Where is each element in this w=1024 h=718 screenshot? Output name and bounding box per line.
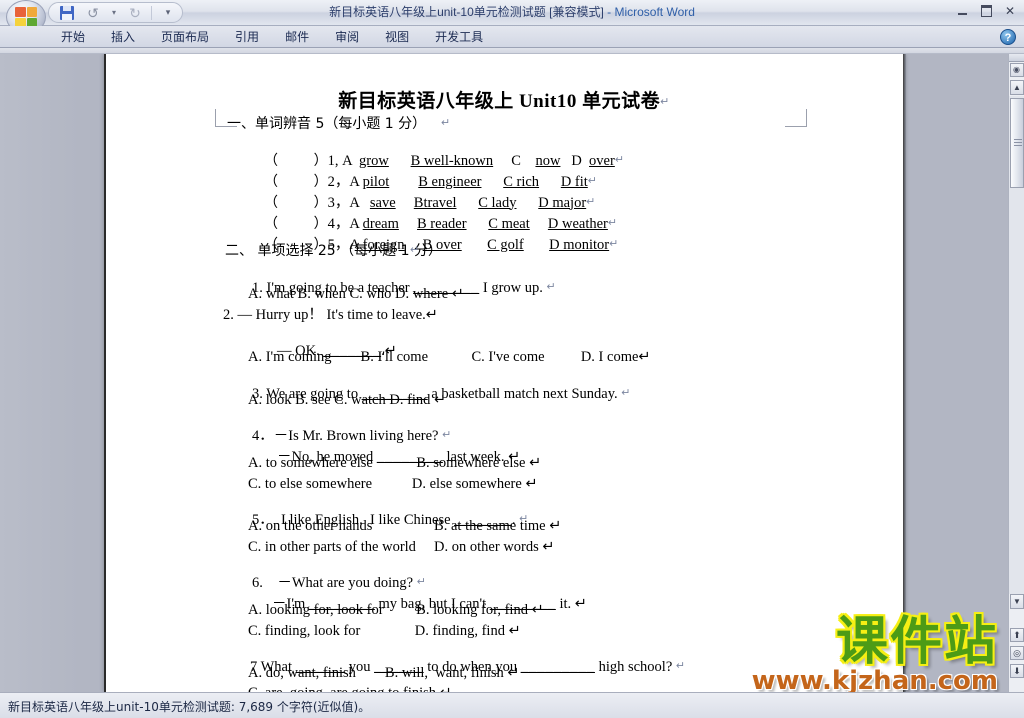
option-d: D monitor	[549, 236, 610, 253]
app-name-text: Microsoft Word	[614, 5, 695, 19]
paragraph-mark: ↵	[614, 153, 625, 166]
question-1-options: A. what B. when C. who D. where ↵	[248, 286, 464, 302]
stem-text-post: a basketball match next Sunday.	[427, 385, 622, 402]
select-browse-object-button[interactable]: ◎	[1010, 646, 1024, 660]
scroll-up-button[interactable]: ▲	[1010, 80, 1024, 95]
tab-developer[interactable]: 开发工具	[422, 26, 496, 48]
select-browse-object-icon[interactable]	[1010, 63, 1024, 77]
ribbon-tab-bar: 开始 插入 页面布局 引用 邮件 审阅 视图 开发工具 ?	[0, 26, 1024, 48]
status-word-count: 新目标英语八年级上unit-10单元检测试题: 7,689 个字符(近似值)。	[8, 700, 371, 714]
heading-text: 新目标英语八年级上 Unit10 单元试卷	[338, 91, 661, 112]
question-3-options: A. look B. see C. watch D. find ↵	[248, 392, 447, 408]
window-controls: ✕	[952, 2, 1020, 19]
question-5-options-line-2: C. in other parts of the world D. on oth…	[248, 539, 555, 555]
title-separator: -	[603, 5, 615, 19]
question-7-options-line-1: A. do, want, finish B. will, want, finis…	[248, 665, 520, 681]
question-6-options-line-2: C. finding, look for D. finding, find ↵	[248, 623, 521, 639]
document-title-text: 新目标英语八年级上unit-10单元检测试题 [兼容模式]	[329, 5, 604, 19]
question-4-options-line-1: A. to somewhere else B. somewhere else ↵	[248, 455, 542, 471]
tab-insert[interactable]: 插入	[98, 26, 148, 48]
scrollbar-thumb[interactable]	[1010, 98, 1024, 188]
document-workspace: 新目标英语八年级上 Unit10 单元试卷↵ 一、单词辨音 5（每小题 1 分）…	[0, 54, 1008, 692]
split-window-handle[interactable]	[1009, 54, 1024, 62]
paragraph-mark: ↵	[675, 659, 686, 672]
question-2-options: A. I'm coming B. I'll come C. I've come …	[248, 349, 651, 365]
minimize-button[interactable]	[952, 2, 972, 19]
paragraph-mark: ↵	[546, 280, 556, 293]
ribbon-tabs: 开始 插入 页面布局 引用 邮件 审阅 视图 开发工具	[48, 26, 496, 48]
document-text-area[interactable]: 新目标英语八年级上 Unit10 单元试卷↵ 一、单词辨音 5（每小题 1 分）…	[105, 54, 903, 692]
stem-text-post: I grow up.	[479, 279, 547, 296]
paragraph-mark: ↵	[660, 96, 670, 108]
paragraph-mark: ↵	[609, 237, 619, 250]
word-window: ↺ ▾ ↻ ▾ 新目标英语八年级上unit-10单元检测试题 [兼容模式] - …	[0, 0, 1024, 718]
previous-page-button[interactable]: ⬆	[1010, 628, 1024, 642]
question-2-stem: 2. — Hurry up！ It's time to leave.↵	[223, 307, 438, 323]
next-page-button[interactable]: ⬇	[1010, 664, 1024, 678]
status-bar: 新目标英语八年级上unit-10单元检测试题: 7,689 个字符(近似值)。	[0, 692, 1024, 718]
paragraph-mark: ↵	[410, 244, 420, 256]
tab-mailings[interactable]: 邮件	[272, 26, 322, 48]
tab-view[interactable]: 视图	[372, 26, 422, 48]
document-heading: 新目标英语八年级上 Unit10 单元试卷↵	[105, 86, 903, 113]
window-title: 新目标英语八年级上unit-10单元检测试题 [兼容模式] - Microsof…	[0, 3, 1024, 20]
answer-blank-3: _________	[520, 658, 595, 675]
paragraph-mark: ↵	[621, 386, 631, 399]
stem-text-post: high school?	[594, 658, 676, 675]
substem-post: it. ↵	[555, 595, 587, 612]
page-right-edge	[903, 54, 906, 692]
question-4-options-line-2: C. to else somewhere D. else somewhere ↵	[248, 476, 538, 492]
title-bar: ↺ ▾ ↻ ▾ 新目标英语八年级上unit-10单元检测试题 [兼容模式] - …	[0, 0, 1024, 34]
tab-home[interactable]: 开始	[48, 26, 98, 48]
scroll-down-button[interactable]: ▼	[1010, 594, 1024, 609]
question-5-options-line-1: A. on the other hands B. at the same tim…	[248, 518, 562, 534]
option-c: C golf	[487, 236, 524, 253]
close-button[interactable]: ✕	[1000, 2, 1020, 19]
tab-page-layout[interactable]: 页面布局	[148, 26, 222, 48]
restore-button[interactable]	[976, 2, 996, 19]
vertical-scrollbar[interactable]: ▲ ▼ ⬆ ◎ ⬇	[1008, 54, 1024, 692]
tab-review[interactable]: 审阅	[322, 26, 372, 48]
question-6-options-line-1: A. looking for, look for B. looking for,…	[248, 602, 544, 618]
section-heading-1: 一、单词辨音 5（每小题 1 分）	[227, 116, 427, 132]
tab-references[interactable]: 引用	[222, 26, 272, 48]
help-button[interactable]: ?	[1000, 29, 1016, 45]
paragraph-mark: ↵	[441, 117, 451, 129]
